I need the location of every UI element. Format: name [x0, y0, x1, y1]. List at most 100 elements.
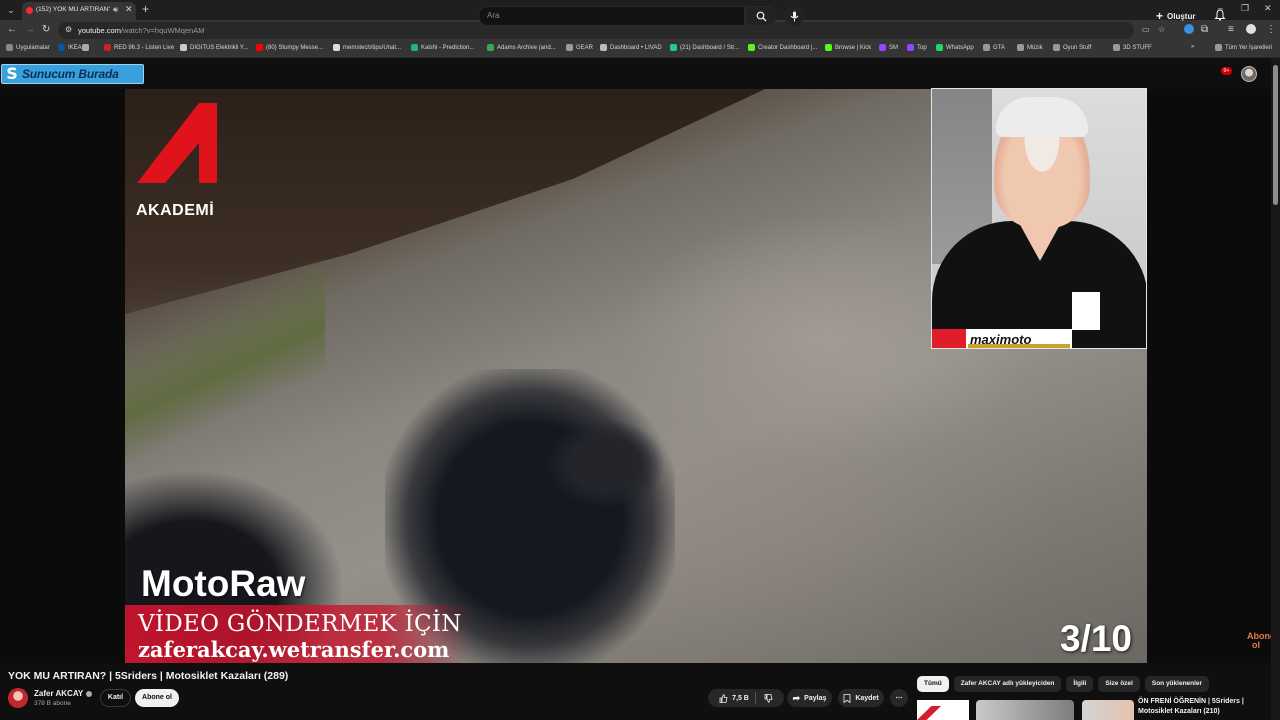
bookmark-favicon-icon — [487, 44, 494, 51]
bookmark-item[interactable]: (21) Dashboard / Str... — [670, 44, 739, 51]
thumbnail-logo-icon — [917, 706, 941, 720]
filter-chip[interactable]: Zafer AKCAY adlı yükleyiciden — [953, 676, 1062, 692]
bookmark-item[interactable] — [82, 44, 92, 51]
presenter-hair — [996, 97, 1088, 137]
like-dislike-group: 7,5 B — [708, 689, 784, 707]
reload-icon[interactable]: ↻ — [42, 24, 50, 35]
bookmark-item[interactable]: Kalshi - Prediction... — [411, 44, 474, 51]
bookmark-favicon-icon — [6, 44, 13, 51]
bookmark-item[interactable]: WhatsApp — [936, 44, 974, 51]
bookmark-item[interactable]: (80) Stumpy Messe... — [256, 44, 323, 51]
filter-chip[interactable]: Son yüklenenler — [1144, 676, 1210, 692]
bookmark-item[interactable]: GTA — [983, 44, 1005, 51]
bookmark-star-icon[interactable]: ☆ — [1158, 25, 1165, 34]
bookmark-item[interactable]: memstech/tips/Unat... — [333, 44, 401, 51]
bookmark-item[interactable]: 3D STUFF — [1113, 44, 1152, 51]
notifications-bell-icon[interactable] — [1214, 9, 1226, 21]
channel-name[interactable]: Zafer AKCAY — [34, 689, 93, 698]
video-frame-rider-hand — [545, 419, 665, 509]
reading-list-icon[interactable]: ≡ — [1228, 24, 1234, 35]
bookmark-label: SM — [889, 44, 898, 51]
search-button[interactable] — [745, 6, 777, 26]
site-info-icon[interactable]: ⚙ — [65, 25, 72, 34]
tab-search-icon[interactable]: ⌄ — [4, 3, 18, 17]
save-button[interactable]: Kaydet — [838, 689, 884, 707]
akademi-logo-icon — [137, 103, 217, 183]
bookmark-label: Adams Archive (and... — [497, 44, 556, 51]
bookmark-favicon-icon — [936, 44, 943, 51]
bookmark-item[interactable]: Top — [907, 44, 927, 51]
bookmark-label: Dashboard • LIVAD — [610, 44, 662, 51]
cast-icon[interactable]: ▭ — [1142, 25, 1150, 34]
extension-icon[interactable] — [1184, 24, 1194, 34]
microphone-icon — [790, 11, 798, 21]
bookmark-item[interactable]: Browse | Kick — [825, 44, 871, 51]
filter-chips: Tümü Zafer AKCAY adlı yükleyiciden İlgili S… — [917, 676, 1210, 692]
recommended-thumbnail[interactable] — [976, 700, 1074, 720]
bookmark-favicon-icon — [670, 44, 677, 51]
subscribe-button[interactable]: Abone ol — [135, 689, 179, 707]
browser-tab[interactable]: (152) YOK MU ARTIRAN? | ... 🔊︎ ✕ — [22, 2, 136, 20]
bookmark-item[interactable]: Dashboard • LIVAD — [600, 44, 662, 51]
bookmark-label: 3D STUFF — [1123, 44, 1152, 51]
bookmark-item[interactable]: DIGITUS Elektrikli Y... — [180, 44, 248, 51]
bookmark-favicon-icon — [411, 44, 418, 51]
bookmark-item[interactable]: Uygulamalar — [6, 44, 50, 51]
scrollbar-thumb[interactable] — [1273, 65, 1278, 205]
more-horizontal-icon: ⋯ — [895, 695, 903, 702]
bookmark-favicon-icon — [825, 44, 832, 51]
search-input[interactable]: Ara — [478, 6, 745, 26]
recommended-thumbnail[interactable] — [917, 700, 969, 720]
tab-close-icon[interactable]: ✕ — [125, 4, 133, 15]
extensions-puzzle-icon[interactable]: ⧉ — [1201, 24, 1208, 35]
back-icon[interactable]: ← — [7, 24, 17, 35]
share-button[interactable]: ➦ Paylaş — [787, 689, 832, 707]
thumbs-down-icon[interactable] — [764, 693, 773, 703]
subscribe-watermark[interactable]: Abone ol — [1247, 632, 1275, 652]
join-button[interactable]: Katıl — [100, 689, 131, 707]
search-placeholder: Ara — [487, 11, 500, 20]
bookmark-item[interactable]: RED 96.3 - Listen Live — [104, 44, 174, 51]
bookmark-label: Uygulamalar — [16, 44, 50, 51]
maximize-icon[interactable]: ❐ — [1241, 3, 1249, 14]
more-actions-button[interactable]: ⋯ — [890, 689, 908, 707]
bookmark-favicon-icon — [1017, 44, 1024, 51]
plus-icon: + — [1156, 9, 1164, 23]
brand-stripe-icon — [932, 329, 966, 348]
bookmark-item[interactable]: SM — [879, 44, 898, 51]
bookmark-favicon-icon — [82, 44, 89, 51]
new-tab-icon[interactable]: + — [142, 2, 149, 16]
recommended-thumbnail[interactable] — [1082, 700, 1134, 720]
bookmark-label: GEAR — [576, 44, 594, 51]
bookmark-item[interactable]: Creator Dashboard |... — [748, 44, 817, 51]
logo-text: Sunucum Burada — [22, 67, 119, 81]
youtube-favicon-icon — [26, 7, 33, 14]
recommended-video-title[interactable]: ÖN FRENİ ÖĞRENİN | 5Sriders | Motosiklet… — [1138, 697, 1268, 717]
bookmark-item[interactable]: IKEA — [58, 44, 82, 51]
bookmark-item[interactable]: GEAR — [566, 44, 593, 51]
bookmark-favicon-icon — [180, 44, 187, 51]
window-close-icon[interactable]: ✕ — [1264, 3, 1272, 14]
pip-brand-banner: maximoto — [932, 329, 1072, 348]
account-avatar[interactable] — [1241, 66, 1257, 82]
bookmark-item[interactable]: Oyun Stuff — [1053, 44, 1091, 51]
browser-menu-icon[interactable]: ⋮ — [1266, 24, 1276, 35]
like-button[interactable]: 7,5 B — [719, 692, 756, 704]
voice-search-button[interactable] — [784, 6, 804, 26]
more-bookmarks-icon[interactable]: » — [1191, 44, 1194, 50]
channel-logo[interactable]: S Sunucum Burada — [1, 64, 144, 84]
bookmark-item[interactable]: Müzik — [1017, 44, 1043, 51]
filter-chip[interactable]: Tümü — [917, 676, 949, 692]
forward-icon[interactable]: → — [25, 24, 35, 35]
bookmark-label: memstech/tips/Unat... — [343, 44, 402, 51]
bookmark-item[interactable]: Adams Archive (and... — [487, 44, 556, 51]
bookmark-label: Müzik — [1027, 44, 1043, 51]
create-button[interactable]: + Oluştur — [1156, 8, 1195, 24]
all-bookmarks-folder[interactable]: Tüm Yer İşaretleri — [1215, 44, 1272, 51]
filter-chip[interactable]: İlgili — [1066, 676, 1094, 692]
channel-avatar[interactable] — [8, 688, 28, 708]
share-label: Paylaş — [804, 694, 827, 702]
filter-chip[interactable]: Size özel — [1098, 676, 1140, 692]
profile-icon[interactable] — [1246, 24, 1256, 34]
speaker-icon[interactable]: 🔊︎ — [113, 5, 118, 15]
